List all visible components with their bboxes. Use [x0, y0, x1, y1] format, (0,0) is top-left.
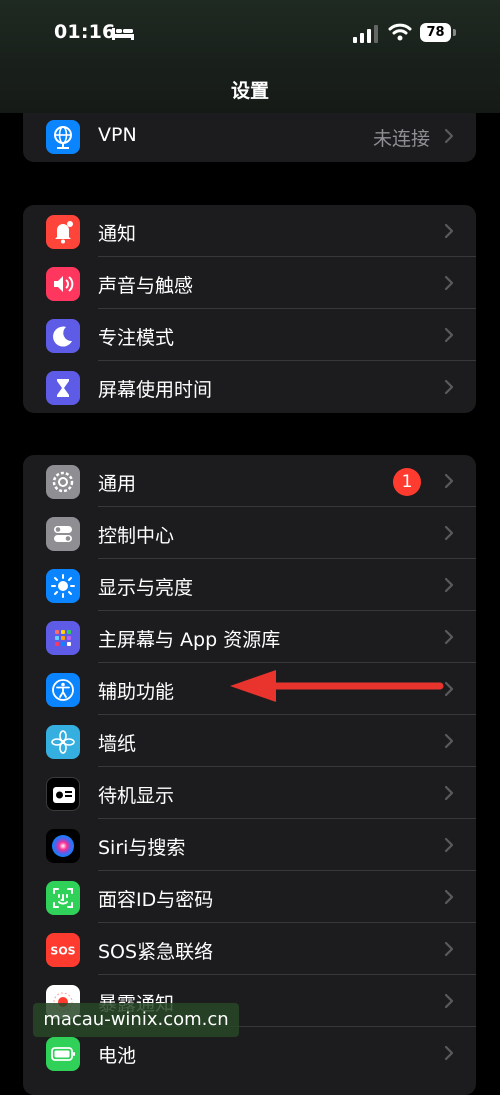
row-label: 通知	[98, 223, 137, 245]
standby-icon	[46, 777, 80, 811]
chevron-right-icon	[444, 889, 454, 905]
chevron-right-icon	[444, 993, 454, 1009]
general-group: 通用 1 控制中心 显示与亮度 主屏幕与 App 资源库 辅助功能 墙纸 待机显…	[23, 455, 476, 1095]
row-label: SOS紧急联络	[98, 941, 214, 963]
chevron-right-icon	[444, 275, 454, 291]
row-label: 屏幕使用时间	[98, 379, 213, 401]
red-arrow-annotation	[230, 670, 444, 702]
row-label: 主屏幕与 App 资源库	[98, 629, 281, 651]
settings-row-display[interactable]: 显示与亮度	[23, 559, 476, 611]
chevron-right-icon	[444, 128, 454, 144]
chevron-right-icon	[444, 379, 454, 395]
settings-row-standby[interactable]: 待机显示	[23, 767, 476, 819]
chevron-right-icon	[444, 785, 454, 801]
row-label: 控制中心	[98, 525, 175, 547]
gear-icon	[46, 465, 80, 499]
siri-icon	[46, 829, 80, 863]
settings-row-siri[interactable]: Siri与搜索	[23, 819, 476, 871]
notification-badge: 1	[393, 468, 421, 496]
settings-row-faceid[interactable]: 面容ID与密码	[23, 871, 476, 923]
settings-row-wallpaper[interactable]: 墙纸	[23, 715, 476, 767]
vpn-status-value: 未连接	[372, 128, 430, 150]
settings-row-screen-time[interactable]: 屏幕使用时间	[23, 361, 476, 413]
chevron-right-icon	[444, 733, 454, 749]
status-time: 01:16	[54, 21, 116, 43]
battery-indicator: 78	[420, 23, 451, 42]
chevron-right-icon	[444, 223, 454, 239]
svg-text:SOS: SOS	[50, 945, 75, 958]
watermark: macau-winix.com.cn	[33, 1003, 239, 1037]
header: 01:16 78 设置	[0, 0, 500, 113]
chevron-right-icon	[444, 681, 454, 697]
row-label: VPN	[98, 124, 137, 146]
status-bar: 01:16 78	[0, 0, 500, 66]
row-label: 辅助功能	[98, 681, 175, 703]
accessibility-icon	[46, 673, 80, 707]
row-label: Siri与搜索	[98, 837, 186, 859]
battery-cap	[453, 29, 456, 36]
sleep-bed-icon	[112, 28, 134, 40]
notifications-group: 通知 声音与触感 专注模式 屏幕使用时间	[23, 205, 476, 413]
battery-icon	[46, 1037, 80, 1071]
home-grid-icon	[46, 621, 80, 655]
row-label: 专注模式	[98, 327, 175, 349]
row-label: 待机显示	[98, 785, 175, 807]
sos-icon: SOS	[46, 933, 80, 967]
chevron-right-icon	[444, 577, 454, 593]
row-label: 墙纸	[98, 733, 137, 755]
toggles-icon	[46, 517, 80, 551]
row-label: 声音与触感	[98, 275, 194, 297]
settings-row-focus[interactable]: 专注模式	[23, 309, 476, 361]
chevron-right-icon	[444, 525, 454, 541]
row-label: 通用	[98, 473, 137, 495]
row-label: 显示与亮度	[98, 577, 194, 599]
settings-row-control-center[interactable]: 控制中心	[23, 507, 476, 559]
bell-icon	[46, 215, 80, 249]
settings-row-sounds[interactable]: 声音与触感	[23, 257, 476, 309]
settings-row-vpn[interactable]: VPN 未连接	[23, 110, 476, 162]
row-label: 面容ID与密码	[98, 889, 214, 911]
chevron-right-icon	[444, 1045, 454, 1061]
wifi-icon	[388, 23, 412, 41]
settings-row-home-screen[interactable]: 主屏幕与 App 资源库	[23, 611, 476, 663]
vpn-group: VPN 未连接	[23, 110, 476, 162]
flower-icon	[46, 725, 80, 759]
speaker-icon	[46, 267, 80, 301]
settings-row-sos[interactable]: SOS SOS紧急联络	[23, 923, 476, 975]
cellular-signal-icon	[353, 25, 378, 43]
sun-icon	[46, 569, 80, 603]
chevron-right-icon	[444, 941, 454, 957]
chevron-right-icon	[444, 473, 454, 489]
vpn-globe-icon	[46, 120, 80, 154]
chevron-right-icon	[444, 837, 454, 853]
chevron-right-icon	[444, 629, 454, 645]
row-label: 电池	[98, 1045, 137, 1067]
settings-row-notifications[interactable]: 通知	[23, 205, 476, 257]
page-title: 设置	[230, 80, 269, 102]
moon-icon	[46, 319, 80, 353]
faceid-icon	[46, 881, 80, 915]
settings-row-general[interactable]: 通用 1	[23, 455, 476, 507]
chevron-right-icon	[444, 327, 454, 343]
hourglass-icon	[46, 371, 80, 405]
